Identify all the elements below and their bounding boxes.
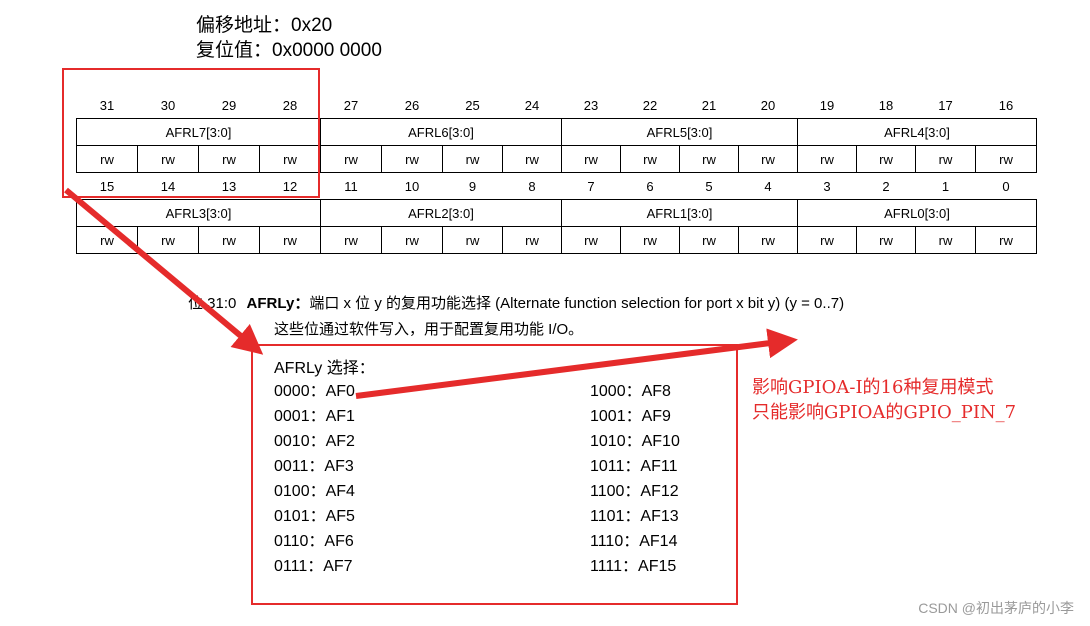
arrow-to-selection	[64, 187, 264, 355]
watermark: CSDN @初出茅庐的小李	[918, 600, 1074, 616]
selection-highlight-box	[251, 344, 738, 605]
afrl7-highlight-box	[62, 68, 320, 198]
annotation-overlay	[62, 68, 798, 605]
arrow-to-note	[355, 328, 798, 399]
